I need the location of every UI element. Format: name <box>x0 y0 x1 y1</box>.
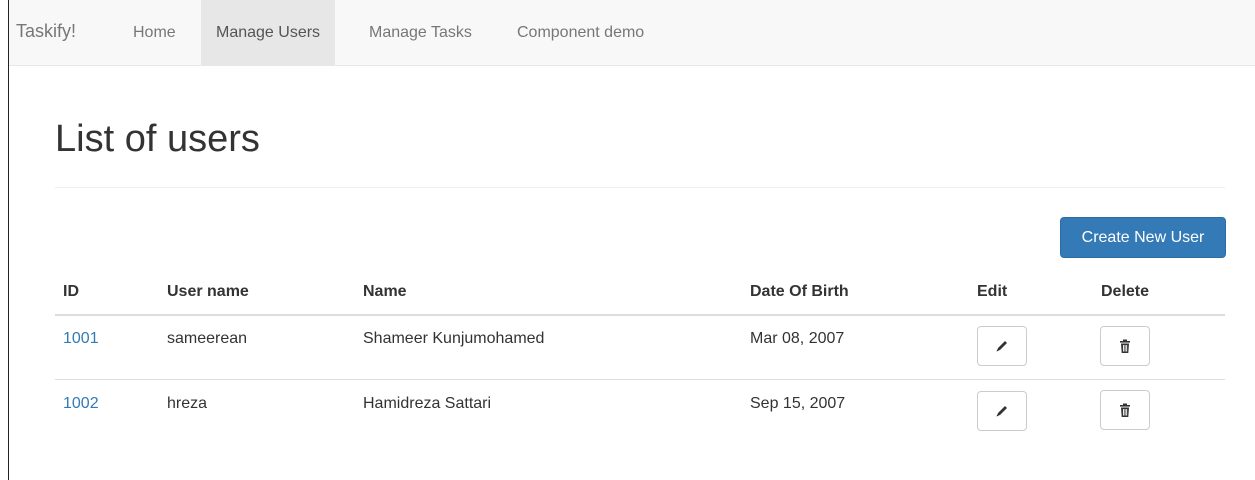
table-header-divider <box>55 314 1225 316</box>
column-header-name: Name <box>363 283 407 300</box>
edit-button[interactable] <box>977 391 1027 431</box>
pencil-icon <box>996 406 1007 417</box>
pencil-icon <box>996 341 1007 352</box>
username-cell: hreza <box>167 395 208 412</box>
nav-item-home[interactable]: Home <box>118 0 191 65</box>
dob-cell: Mar 08, 2007 <box>750 330 845 347</box>
delete-button[interactable] <box>1100 326 1150 366</box>
column-header-id: ID <box>63 283 79 300</box>
page-title: List of users <box>55 118 260 160</box>
app-frame: Taskify! Home Manage Users Manage Tasks … <box>8 0 1255 480</box>
user-id-link[interactable]: 1001 <box>63 330 99 348</box>
nav-item-manage-tasks[interactable]: Manage Tasks <box>354 0 487 65</box>
brand-link[interactable]: Taskify! <box>16 21 76 42</box>
username-cell: sameerean <box>167 330 248 347</box>
delete-button[interactable] <box>1100 390 1150 430</box>
name-cell: Shameer Kunjumohamed <box>363 330 545 347</box>
user-id-link[interactable]: 1002 <box>63 395 99 413</box>
edit-button[interactable] <box>977 326 1027 366</box>
name-cell: Hamidreza Sattari <box>363 395 492 412</box>
title-divider <box>55 187 1225 188</box>
trash-icon <box>1120 403 1130 417</box>
column-header-edit: Edit <box>977 283 1008 300</box>
create-new-user-button[interactable]: Create New User <box>1060 217 1226 258</box>
row-divider <box>55 379 1225 380</box>
trash-icon <box>1120 339 1130 353</box>
dob-cell: Sep 15, 2007 <box>750 395 846 412</box>
navbar: Taskify! Home Manage Users Manage Tasks … <box>9 0 1255 66</box>
column-header-delete: Delete <box>1101 283 1150 300</box>
column-header-username: User name <box>167 283 249 300</box>
nav-item-component-demo[interactable]: Component demo <box>502 0 659 65</box>
nav-item-manage-users[interactable]: Manage Users <box>201 0 336 65</box>
column-header-dob: Date Of Birth <box>750 283 849 300</box>
